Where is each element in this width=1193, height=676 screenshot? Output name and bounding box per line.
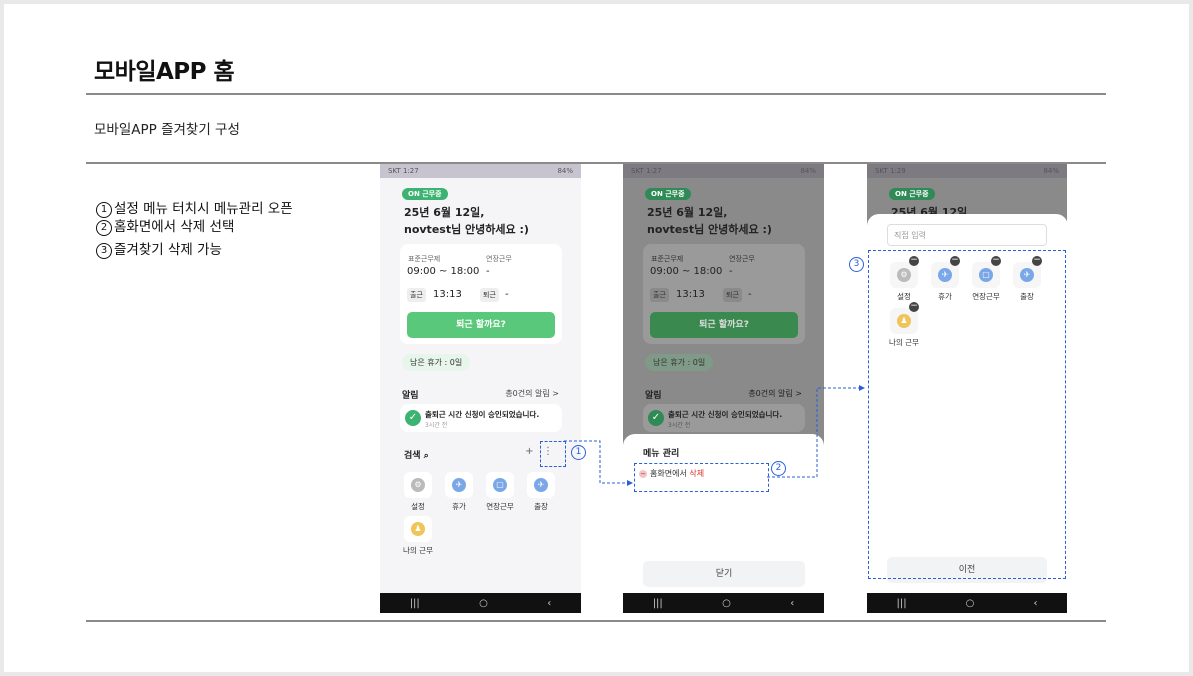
arrow-2-to-3 [767, 385, 865, 478]
connector-arrows [564, 385, 865, 486]
arrow-1-to-2 [564, 440, 633, 486]
